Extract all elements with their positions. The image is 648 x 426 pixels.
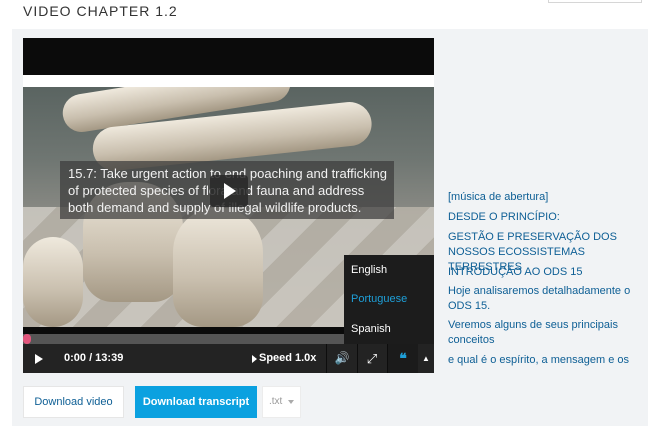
chapter-title: VIDEO CHAPTER 1.2: [23, 3, 178, 19]
chevron-up-icon[interactable]: ▲: [419, 344, 433, 373]
speed-value[interactable]: 1.0x: [295, 344, 316, 373]
play-icon[interactable]: [31, 344, 47, 373]
transcript-line[interactable]: e qual é o espírito, a mensagem e os: [448, 353, 638, 368]
chevron-down-icon: [288, 400, 294, 404]
transcript-format-select[interactable]: .txt: [262, 386, 301, 418]
time-display: 0:00 / 13:39: [64, 352, 124, 364]
language-option-english[interactable]: English: [351, 264, 387, 276]
control-bar: 0:00 / 13:39 Speed 1.0x 🔊 ⤢ ❝ ▲: [23, 344, 434, 373]
captions-icon[interactable]: ❝: [388, 344, 418, 373]
speed-arrow-icon[interactable]: [250, 344, 258, 373]
language-option-portuguese[interactable]: Portuguese: [351, 293, 407, 305]
letterbox-strip: [23, 75, 434, 87]
top-right-control[interactable]: [548, 0, 642, 3]
transcript-line[interactable]: [música de abertura]: [448, 190, 638, 205]
ivory-tusk: [23, 237, 83, 327]
language-option-spanish[interactable]: Spanish: [351, 323, 391, 335]
language-menu: English Portuguese Spanish: [344, 255, 434, 344]
transcript-line[interactable]: Hoje analisaremos detalhadamente o ODS 1…: [448, 284, 638, 314]
download-video-button[interactable]: Download video: [23, 386, 124, 418]
letterbox-top: [23, 38, 434, 75]
transcript-line[interactable]: DESDE O PRINCÍPIO:: [448, 210, 638, 225]
play-overlay-button[interactable]: [210, 175, 248, 207]
transcript-line[interactable]: Veremos alguns de seus principais concei…: [448, 318, 638, 348]
speed-label[interactable]: Speed: [259, 344, 292, 373]
volume-icon[interactable]: 🔊: [327, 344, 357, 373]
fullscreen-icon[interactable]: ⤢: [357, 344, 387, 373]
ivory-tusk: [173, 207, 263, 327]
download-transcript-button[interactable]: Download transcript: [135, 386, 257, 418]
format-value: .txt: [269, 396, 283, 407]
progress-knob[interactable]: [23, 334, 31, 344]
transcript-line[interactable]: INTRODUÇÃO AO ODS 15: [448, 265, 638, 280]
